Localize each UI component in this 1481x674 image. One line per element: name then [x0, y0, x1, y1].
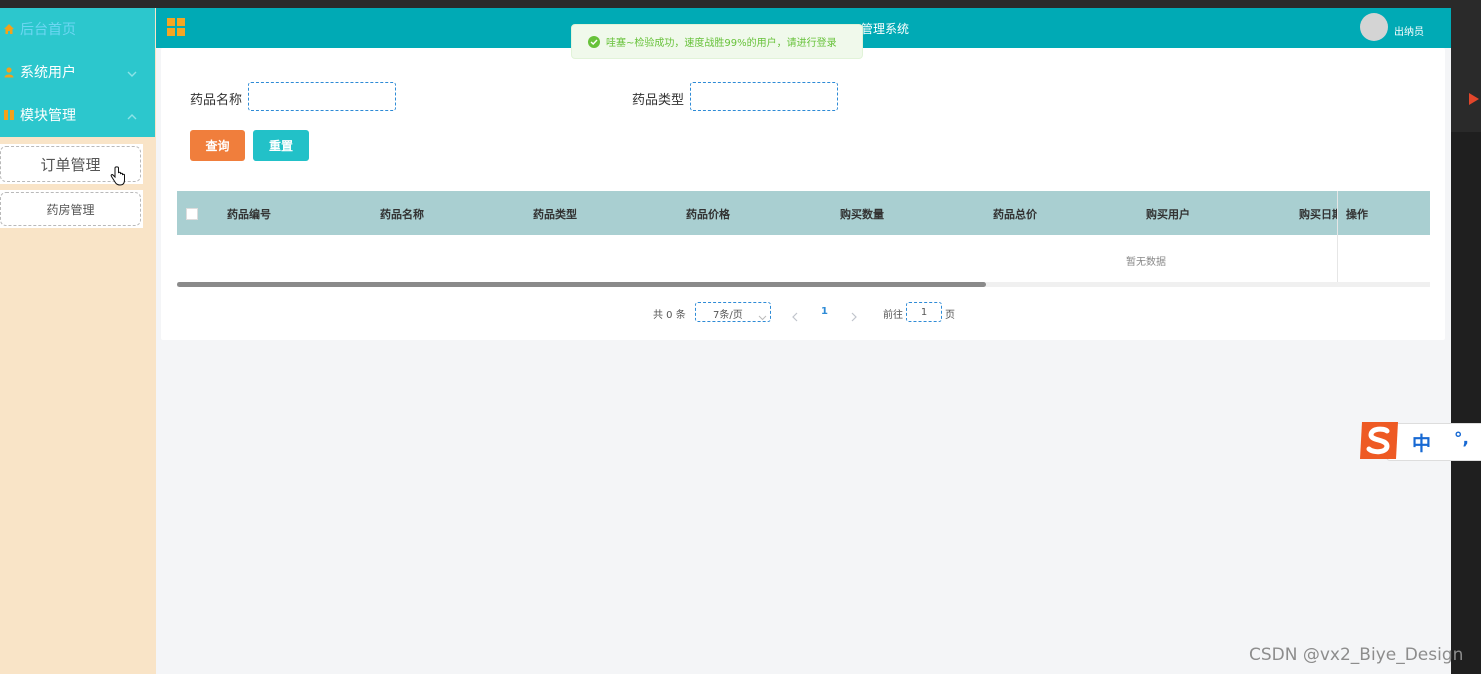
ime-punct-label[interactable]: °, [1454, 429, 1469, 449]
column-header[interactable]: 药品编号 [227, 206, 271, 222]
ime-toolbar[interactable]: 中 °, [1356, 418, 1481, 463]
horizontal-scrollbar-thumb[interactable] [177, 282, 986, 287]
user-icon [2, 65, 16, 79]
select-all-checkbox[interactable] [186, 208, 198, 220]
query-button[interactable]: 查询 [190, 130, 245, 161]
column-header-actions: 操作 [1346, 208, 1368, 221]
sogou-logo-icon [1356, 418, 1402, 467]
hand-cursor-icon [110, 166, 126, 190]
toast-message: 哇塞~检验成功，速度战胜99%的用户，请进行登录 [606, 38, 837, 49]
empty-text: 暂无数据 [1126, 257, 1166, 268]
column-header[interactable]: 药品总价 [993, 206, 1037, 222]
next-page-icon[interactable] [850, 307, 858, 326]
sidebar-item-system-users[interactable]: 系统用户 [0, 51, 155, 93]
header-title: 管理系统 [861, 22, 910, 36]
goto-page-input[interactable] [906, 302, 942, 322]
watermark: CSDN @vx2_Biye_Design [1249, 645, 1464, 665]
chevron-up-icon [126, 108, 138, 127]
sidebar-subitem-orders[interactable]: 订单管理 [0, 144, 143, 186]
goto-label: 前往 [883, 310, 903, 321]
sidebar-item-label: 系统用户 [20, 65, 76, 81]
column-header[interactable]: 药品类型 [533, 206, 577, 222]
table-header: 药品编号 药品名称 药品类型 药品价格 购买数量 药品总价 购买用户 购买日期 … [177, 191, 1430, 287]
column-header[interactable]: 药品名称 [380, 206, 424, 222]
column-header[interactable]: 购买日期 [1299, 206, 1337, 222]
avatar[interactable] [1360, 13, 1388, 41]
module-icon [2, 108, 16, 122]
right-dark-band [1451, 132, 1481, 674]
sidebar-subitem-label: 药房管理 [0, 192, 141, 226]
fixed-column-divider [1337, 191, 1338, 287]
right-dark-panel [1451, 8, 1481, 674]
home-icon [2, 22, 16, 36]
page-size-select[interactable]: 7条/页 [695, 302, 771, 322]
prev-page-icon[interactable] [791, 307, 799, 326]
page-size-value: 7条/页 [713, 310, 743, 321]
column-header[interactable]: 购买数量 [840, 206, 884, 222]
pagination-total: 共 0 条 [653, 310, 686, 321]
sidebar-menu: 后台首页 系统用户 模块管理 [0, 8, 155, 137]
play-triangle-icon[interactable] [1469, 90, 1479, 109]
logout-link[interactable]: 出纳员 [1394, 23, 1424, 38]
grid-icon[interactable] [167, 18, 185, 40]
chevron-down-icon [758, 307, 767, 326]
ime-mode-label[interactable]: 中 [1412, 429, 1431, 456]
page-number-current[interactable]: 1 [821, 306, 828, 317]
sidebar-item-home[interactable]: 后台首页 [0, 8, 155, 50]
check-circle-icon [588, 35, 600, 48]
chevron-down-icon [126, 65, 138, 84]
column-header[interactable]: 药品价格 [686, 206, 730, 222]
sidebar: 后台首页 系统用户 模块管理 订单管理 药房管理 [0, 8, 156, 674]
sidebar-item-label: 模块管理 [20, 108, 76, 124]
sidebar-subitem-pharmacy[interactable]: 药房管理 [0, 190, 143, 228]
drug-name-label: 药品名称 [190, 93, 243, 108]
sidebar-item-module-management[interactable]: 模块管理 [0, 94, 155, 136]
drug-type-label: 药品类型 [632, 93, 685, 108]
column-header[interactable]: 购买用户 [1146, 206, 1190, 222]
success-toast: 哇塞~检验成功，速度战胜99%的用户，请进行登录 [571, 24, 863, 59]
drug-name-input[interactable] [248, 82, 396, 111]
drug-type-input[interactable] [690, 82, 838, 111]
sidebar-item-label: 后台首页 [20, 22, 76, 38]
page-suffix-label: 页 [945, 310, 955, 321]
top-strip [0, 0, 1481, 8]
reset-button[interactable]: 重置 [253, 130, 309, 161]
